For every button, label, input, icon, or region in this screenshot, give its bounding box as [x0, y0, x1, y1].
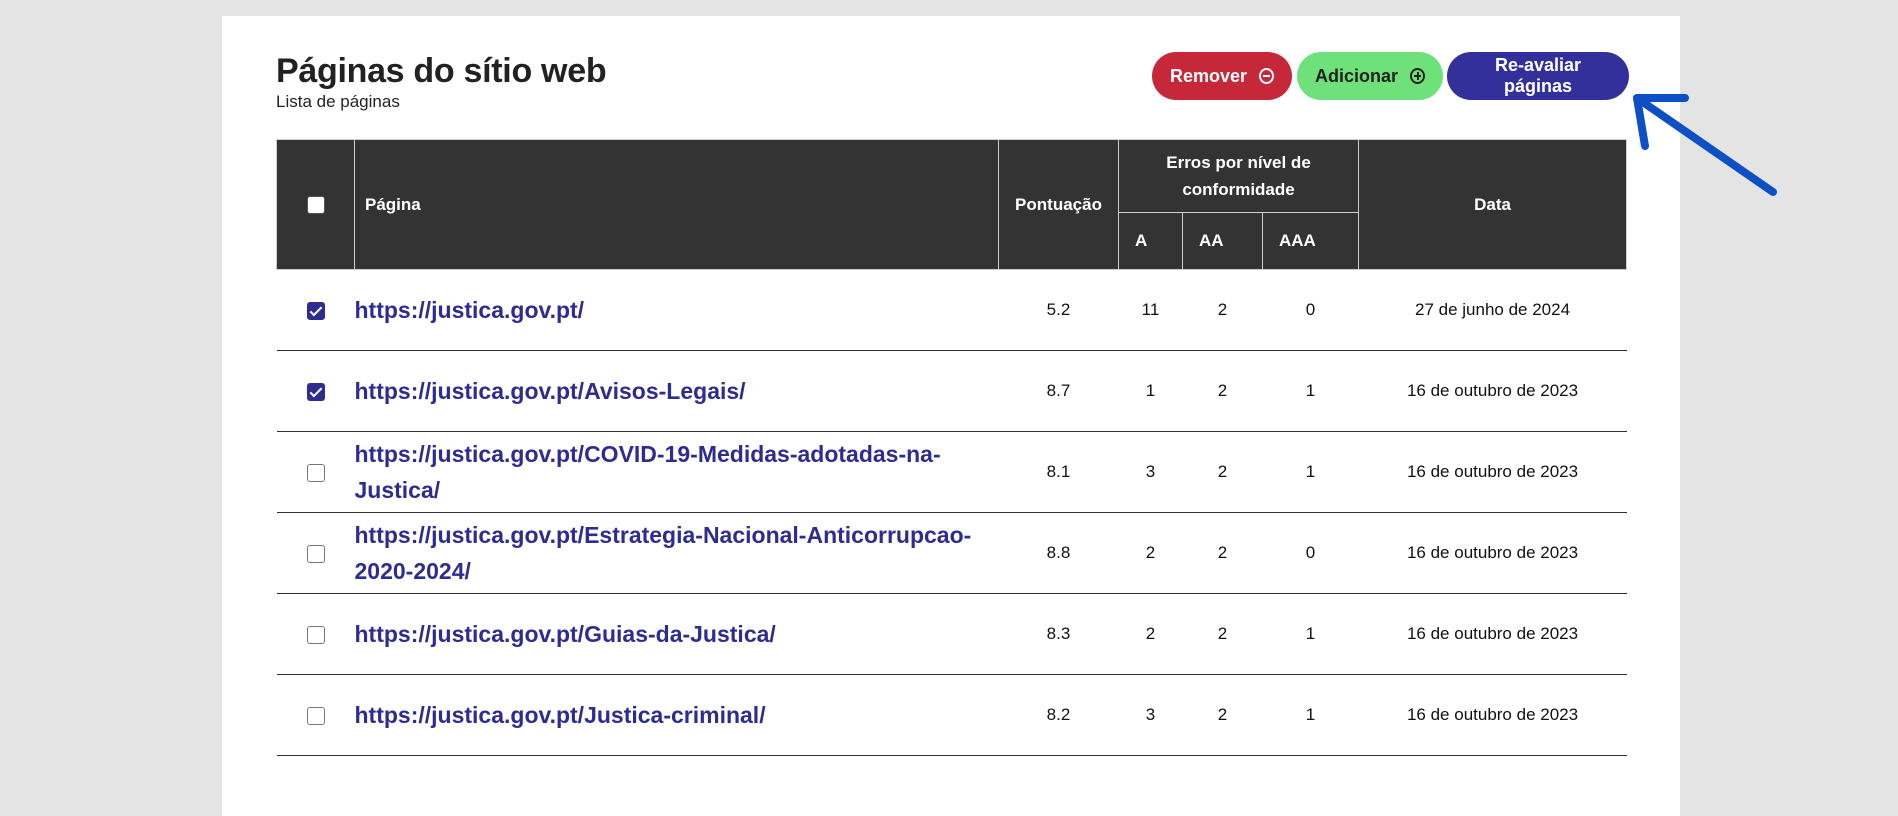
score-cell: 8.3 [998, 593, 1119, 675]
errors-aaa-cell: 0 [1262, 269, 1359, 351]
page-url-link[interactable]: https://justica.gov.pt/Justica-criminal/ [355, 702, 766, 728]
row-checkbox[interactable] [306, 544, 325, 563]
row-select-cell [276, 593, 355, 675]
score-cell: 8.8 [998, 512, 1119, 594]
page-title: Páginas do sítio web [276, 52, 607, 90]
column-header-score[interactable]: Pontuação [998, 139, 1119, 270]
errors-a-cell: 11 [1118, 269, 1183, 351]
row-select-cell [276, 350, 355, 432]
plus-circle-icon [1410, 68, 1425, 84]
add-button-label: Adicionar [1315, 65, 1399, 86]
errors-aaa-cell: 1 [1262, 593, 1359, 675]
reevaluate-pages-button[interactable]: Re-avaliar páginas [1447, 52, 1629, 100]
column-header-page[interactable]: Página [354, 139, 999, 270]
errors-a-cell: 1 [1118, 350, 1183, 432]
page-url-cell: https://justica.gov.pt/Estrategia-Nacion… [354, 512, 999, 594]
row-checkbox[interactable] [306, 463, 325, 482]
errors-a-cell: 3 [1118, 674, 1183, 756]
date-cell: 16 de outubro de 2023 [1358, 350, 1627, 432]
errors-aa-cell: 2 [1182, 269, 1263, 351]
page-url-cell: https://justica.gov.pt/COVID-19-Medidas-… [354, 431, 999, 513]
column-header-level-a[interactable]: A [1118, 212, 1183, 270]
row-checkbox[interactable] [306, 625, 325, 644]
page-url-cell: https://justica.gov.pt/ [354, 269, 999, 351]
page-url-link[interactable]: https://justica.gov.pt/Estrategia-Nacion… [355, 522, 972, 584]
errors-aaa-cell: 1 [1262, 350, 1359, 432]
score-cell: 8.1 [998, 431, 1119, 513]
table-row: https://justica.gov.pt/COVID-19-Medidas-… [276, 431, 1627, 513]
date-cell: 27 de junho de 2024 [1358, 269, 1627, 351]
minus-circle-icon [1259, 68, 1274, 84]
add-button[interactable]: Adicionar [1297, 52, 1443, 100]
reevaluate-button-label: Re-avaliar páginas [1494, 55, 1582, 96]
table-row: https://justica.gov.pt/Estrategia-Nacion… [276, 512, 1627, 594]
date-cell: 16 de outubro de 2023 [1358, 593, 1627, 675]
column-header-level-aaa[interactable]: AAA [1261, 212, 1360, 270]
column-header-date[interactable]: Data [1358, 139, 1628, 270]
page-url-cell: https://justica.gov.pt/Guias-da-Justica/ [354, 593, 999, 675]
score-cell: 8.2 [998, 674, 1119, 756]
row-select-cell [276, 431, 355, 513]
date-cell: 16 de outubro de 2023 [1358, 431, 1627, 513]
page-url-link[interactable]: https://justica.gov.pt/Avisos-Legais/ [355, 378, 746, 404]
select-all-cell [276, 139, 355, 270]
errors-aaa-cell: 1 [1262, 431, 1359, 513]
arrow-annotation-icon [1633, 94, 1777, 196]
errors-aaa-cell: 0 [1262, 512, 1359, 594]
page-url-cell: https://justica.gov.pt/Avisos-Legais/ [354, 350, 999, 432]
remove-button[interactable]: Remover [1152, 52, 1292, 100]
table-row: https://justica.gov.pt/Avisos-Legais/8.7… [276, 350, 1627, 432]
errors-a-cell: 3 [1118, 431, 1183, 513]
column-header-level-aa[interactable]: AA [1182, 212, 1263, 270]
row-checkbox[interactable] [306, 382, 325, 401]
remove-button-label: Remover [1170, 65, 1248, 86]
errors-aaa-cell: 1 [1262, 674, 1359, 756]
row-checkbox[interactable] [306, 706, 325, 725]
errors-aa-cell: 2 [1182, 431, 1263, 513]
row-checkbox[interactable] [306, 301, 325, 320]
table-row: https://justica.gov.pt/Justica-criminal/… [276, 674, 1627, 756]
pages-table-body: https://justica.gov.pt/5.2 11 2 0 27 de junh… [276, 269, 1627, 756]
score-cell: 8.7 [998, 350, 1119, 432]
page-subtitle: Lista de páginas [276, 92, 400, 111]
select-all-checkbox[interactable] [306, 196, 325, 215]
page-url-cell: https://justica.gov.pt/Justica-criminal/ [354, 674, 999, 756]
page-url-link[interactable]: https://justica.gov.pt/ [355, 297, 585, 323]
errors-aa-cell: 2 [1182, 512, 1263, 594]
row-select-cell [276, 269, 355, 351]
row-select-cell [276, 512, 355, 594]
page-url-link[interactable]: https://justica.gov.pt/COVID-19-Medidas-… [355, 441, 941, 503]
errors-aa-cell: 2 [1182, 674, 1263, 756]
date-cell: 16 de outubro de 2023 [1358, 674, 1627, 756]
page-card: Páginas do sítio web Lista de páginas Re… [222, 16, 1680, 816]
errors-a-cell: 2 [1118, 512, 1183, 594]
date-cell: 16 de outubro de 2023 [1358, 512, 1627, 594]
column-header-errors: Erros por nível de conformidade [1117, 139, 1360, 213]
errors-a-cell: 2 [1118, 593, 1183, 675]
table-row: https://justica.gov.pt/Guias-da-Justica/… [276, 593, 1627, 675]
row-select-cell [276, 674, 355, 756]
table-row: https://justica.gov.pt/5.2 11 2 0 27 de junh… [276, 269, 1627, 351]
errors-aa-cell: 2 [1182, 350, 1263, 432]
page-url-link[interactable]: https://justica.gov.pt/Guias-da-Justica/ [355, 621, 776, 647]
errors-aa-cell: 2 [1182, 593, 1263, 675]
pages-table: Página Pontuação Erros por nível de conf… [276, 139, 1628, 756]
score-cell: 5.2 [998, 269, 1119, 351]
